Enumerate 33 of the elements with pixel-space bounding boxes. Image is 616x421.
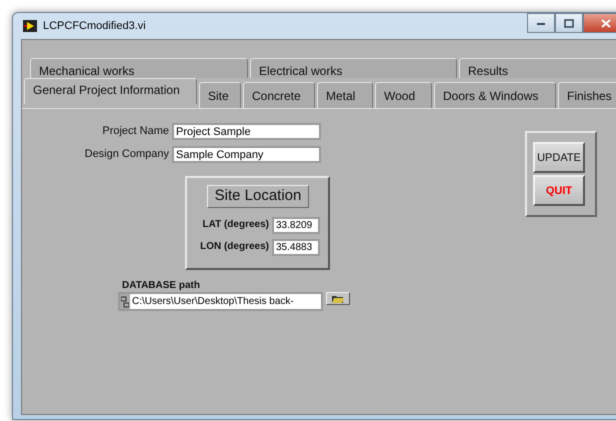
update-button[interactable]: UPDATE (533, 142, 585, 173)
path-icon (121, 296, 129, 308)
field-label: LAT (degrees) (202, 218, 269, 232)
app-icon (23, 20, 37, 32)
tab[interactable]: Mechanical works (30, 58, 248, 78)
tab[interactable]: Concrete (243, 82, 315, 108)
browse-button[interactable] (326, 292, 350, 305)
minimize-button[interactable] (527, 13, 555, 33)
numeric-field[interactable]: 33.8209 (272, 217, 320, 234)
field-label: DATABASE path (122, 279, 200, 293)
tab[interactable]: Finishes (558, 82, 616, 108)
tab[interactable]: General Project Information (24, 78, 197, 104)
site-location-title: Site Location (207, 185, 309, 208)
tab[interactable]: Metal (317, 82, 373, 108)
tab[interactable]: Site (199, 82, 241, 108)
tab[interactable]: Doors & Windows (434, 82, 556, 108)
path-field[interactable]: C:\Users\User\Desktop\Thesis back- (118, 292, 323, 311)
minimize-icon (536, 20, 546, 26)
folder-icon (332, 294, 344, 302)
tab[interactable]: Electrical works (250, 58, 457, 78)
window-title: LCPCFCmodified3.vi (43, 20, 146, 32)
tab[interactable]: Wood (375, 82, 432, 108)
field-label: LON (degrees) (199, 240, 269, 254)
tab[interactable]: Results (459, 58, 616, 78)
close-icon (601, 18, 611, 28)
numeric-field[interactable]: 35.4883 (272, 239, 320, 256)
text-field[interactable]: Sample Company (172, 146, 321, 163)
text-field[interactable]: Project Sample (172, 123, 321, 140)
maximize-icon (564, 18, 574, 28)
field-label: Project Name (101, 124, 169, 138)
field-label: Design Company (84, 147, 169, 161)
close-button[interactable] (583, 13, 616, 33)
maximize-button[interactable] (555, 13, 583, 33)
